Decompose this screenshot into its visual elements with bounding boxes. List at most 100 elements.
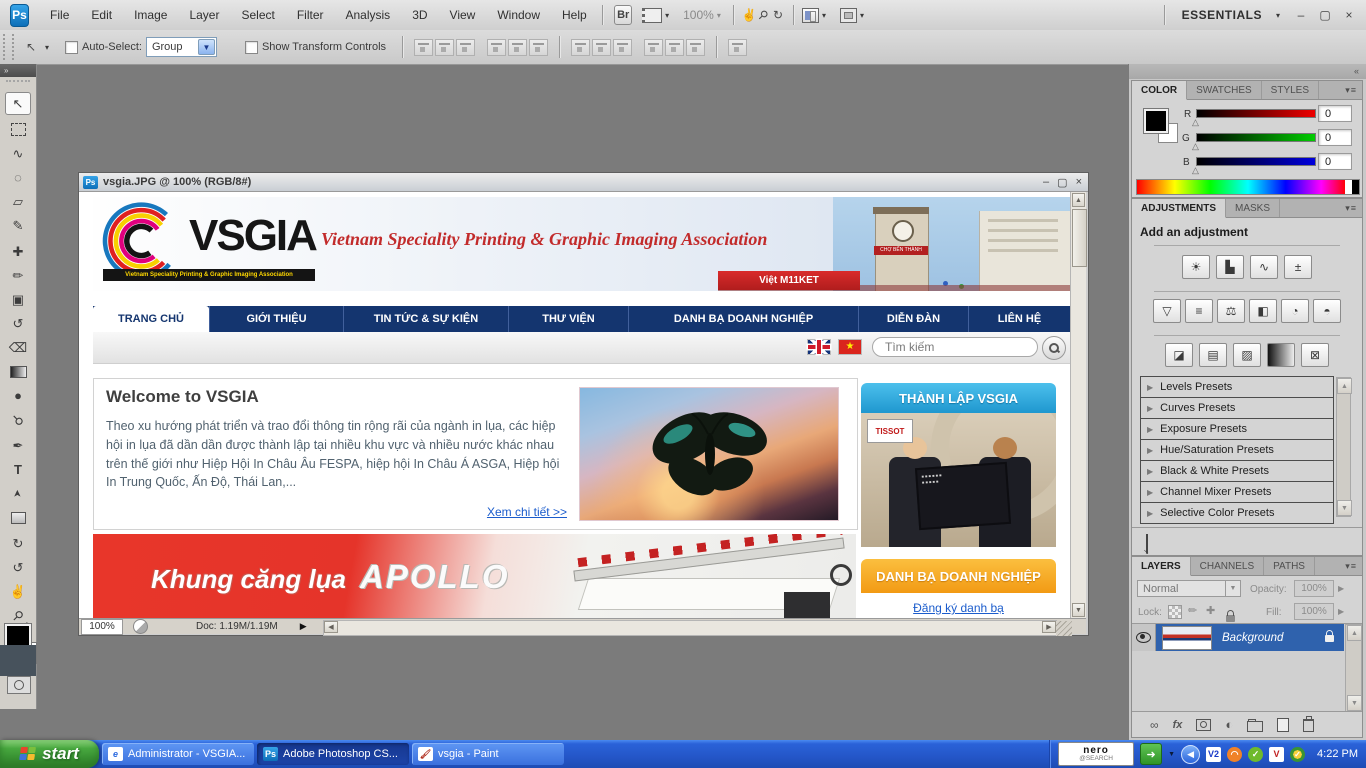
- exposure-icon[interactable]: ±: [1284, 255, 1312, 279]
- resize-grip[interactable]: [1056, 621, 1072, 636]
- preset-curves[interactable]: ▶Curves Presets: [1140, 397, 1334, 419]
- opacity-flyout-arrow[interactable]: ▶: [1338, 584, 1344, 593]
- 3d-orbit-tool[interactable]: ↺: [5, 556, 31, 579]
- add-mask-icon[interactable]: [1196, 719, 1211, 731]
- arrange-documents-icon[interactable]: [802, 6, 819, 24]
- blend-mode-dropdown[interactable]: Normal ▼: [1137, 580, 1241, 597]
- lock-pixels-icon[interactable]: ✏: [1188, 604, 1197, 617]
- tab-channels[interactable]: CHANNELS: [1191, 557, 1264, 575]
- color-balance-icon[interactable]: ⚖: [1217, 299, 1245, 323]
- distribute-bottom-edges-icon[interactable]: [613, 39, 632, 56]
- preset-black-white[interactable]: ▶Black & White Presets: [1140, 460, 1334, 482]
- lock-transparency-icon[interactable]: [1168, 605, 1182, 619]
- panel-menu-icon[interactable]: ≡: [1351, 203, 1356, 213]
- menu-help[interactable]: Help: [551, 0, 598, 30]
- brightness-contrast-icon[interactable]: ☀: [1182, 255, 1210, 279]
- move-tool[interactable]: ↖: [5, 92, 31, 115]
- gradient-tool[interactable]: [5, 360, 31, 383]
- history-brush-tool[interactable]: ↺: [5, 312, 31, 335]
- scroll-down-button[interactable]: ▼: [1072, 603, 1085, 617]
- new-layer-icon[interactable]: [1277, 718, 1289, 732]
- black-white-icon[interactable]: ◧: [1249, 299, 1277, 323]
- hide-tray-icons-button[interactable]: ◀: [1181, 745, 1200, 764]
- options-grip[interactable]: [3, 34, 14, 60]
- panel-foreground-swatch[interactable]: [1144, 109, 1168, 133]
- preset-selective-color[interactable]: ▶Selective Color Presets: [1140, 502, 1334, 524]
- menu-file[interactable]: File: [39, 0, 80, 30]
- scroll-up-button[interactable]: ▲: [1072, 193, 1085, 207]
- blue-slider[interactable]: [1196, 157, 1316, 166]
- document-titlebar[interactable]: Ps vsgia.JPG @ 100% (RGB/8#) – ▢ ×: [79, 173, 1088, 192]
- taskbar-item-ie[interactable]: e Administrator - VSGIA...: [102, 743, 254, 765]
- blur-tool[interactable]: ●: [5, 384, 31, 407]
- nero-search-box[interactable]: nero@SEARCH: [1058, 742, 1134, 766]
- eyedropper-tool[interactable]: ✎: [5, 214, 31, 237]
- launch-bridge-button[interactable]: Br: [614, 5, 632, 25]
- doc-maximize-button[interactable]: ▢: [1057, 176, 1067, 189]
- dock-collapse-header[interactable]: «: [1129, 64, 1366, 79]
- doc-close-button[interactable]: ×: [1076, 176, 1082, 189]
- doc-horizontal-scrollbar[interactable]: ◀ ▶: [323, 620, 1057, 636]
- menu-3d[interactable]: 3D: [401, 0, 438, 30]
- nav-library[interactable]: THƯ VIỆN: [508, 306, 628, 332]
- screen-mode-icon[interactable]: [840, 6, 857, 24]
- menu-edit[interactable]: Edit: [80, 0, 123, 30]
- layer-name[interactable]: Background: [1222, 632, 1283, 644]
- auto-align-layers-icon[interactable]: [728, 39, 747, 56]
- expand-panel-icon[interactable]: [1146, 535, 1148, 553]
- photo-filter-icon[interactable]: ◔: [1281, 299, 1309, 323]
- english-flag-icon[interactable]: [807, 339, 831, 355]
- quick-mask-button[interactable]: [7, 676, 31, 694]
- nav-forum[interactable]: DIỄN ĐÀN: [858, 306, 968, 332]
- crop-tool[interactable]: ▱: [5, 190, 31, 213]
- workspace-switcher[interactable]: ESSENTIALS: [1171, 0, 1273, 30]
- delete-layer-icon[interactable]: [1303, 719, 1314, 732]
- invert-icon[interactable]: ◪: [1165, 343, 1193, 367]
- green-slider[interactable]: [1196, 133, 1316, 142]
- panel-menu-icon[interactable]: ≡: [1351, 85, 1356, 95]
- apollo-banner[interactable]: Khung căng lụaAPOLLO: [93, 534, 856, 618]
- path-selection-tool[interactable]: ➤: [5, 482, 31, 505]
- tab-adjustments[interactable]: ADJUSTMENTS: [1132, 199, 1226, 218]
- auto-select-mode-dropdown[interactable]: Group ▼: [146, 37, 217, 57]
- vibrance-icon[interactable]: ▽: [1153, 299, 1181, 323]
- site-logo-text[interactable]: VSGIA: [189, 211, 316, 261]
- rectangular-marquee-tool[interactable]: [5, 118, 31, 141]
- menu-filter[interactable]: Filter: [286, 0, 335, 30]
- pen-tool[interactable]: ✒: [5, 434, 31, 457]
- doc-minimize-button[interactable]: –: [1043, 176, 1049, 189]
- sidebar-box1-header[interactable]: THÀNH LẬP VSGIA: [861, 383, 1056, 413]
- nav-about[interactable]: GIỚI THIỆU: [209, 306, 343, 332]
- layer-style-icon[interactable]: fx: [1173, 719, 1183, 731]
- scroll-left-button[interactable]: ◀: [324, 621, 338, 633]
- view-extras-icon[interactable]: [642, 6, 662, 24]
- hue-saturation-icon[interactable]: ≡: [1185, 299, 1213, 323]
- red-slider-thumb[interactable]: △: [1192, 118, 1199, 126]
- distribute-left-edges-icon[interactable]: [644, 39, 663, 56]
- nav-directory[interactable]: DANH BẠ DOANH NGHIỆP: [628, 306, 858, 332]
- threshold-icon[interactable]: ▨: [1233, 343, 1261, 367]
- scroll-up-button[interactable]: ▲: [1347, 625, 1362, 641]
- document-canvas[interactable]: VSGIA Vietnam Speciality Printing & Grap…: [79, 192, 1070, 618]
- green-slider-thumb[interactable]: △: [1192, 142, 1199, 150]
- menu-view[interactable]: View: [439, 0, 487, 30]
- menu-layer[interactable]: Layer: [178, 0, 230, 30]
- distribute-vertical-centers-icon[interactable]: [592, 39, 611, 56]
- quick-selection-tool[interactable]: ◌: [5, 166, 31, 189]
- link-layers-icon[interactable]: ∞: [1150, 718, 1159, 732]
- minimize-button[interactable]: –: [1294, 8, 1308, 22]
- vietnamese-flag-icon[interactable]: ★: [838, 339, 862, 355]
- nero-go-button[interactable]: ➜: [1140, 743, 1162, 765]
- tab-paths[interactable]: PATHS: [1264, 557, 1315, 575]
- red-value-field[interactable]: 0: [1318, 105, 1352, 122]
- auto-select-checkbox[interactable]: [65, 41, 78, 54]
- tools-collapse-header[interactable]: »: [0, 64, 36, 77]
- search-input[interactable]: [872, 337, 1038, 357]
- scroll-down-button[interactable]: ▼: [1347, 695, 1362, 711]
- spot-healing-brush-tool[interactable]: ✚: [5, 240, 31, 263]
- nav-news[interactable]: TIN TỨC & SỰ KIỆN: [343, 306, 508, 332]
- layers-scrollbar[interactable]: ▲ ▼: [1345, 624, 1362, 712]
- brush-tool[interactable]: ✏: [5, 264, 31, 287]
- presets-scrollbar[interactable]: ▲ ▼: [1336, 377, 1351, 517]
- taskbar-item-paint[interactable]: 🖌 vsgia - Paint: [412, 743, 564, 765]
